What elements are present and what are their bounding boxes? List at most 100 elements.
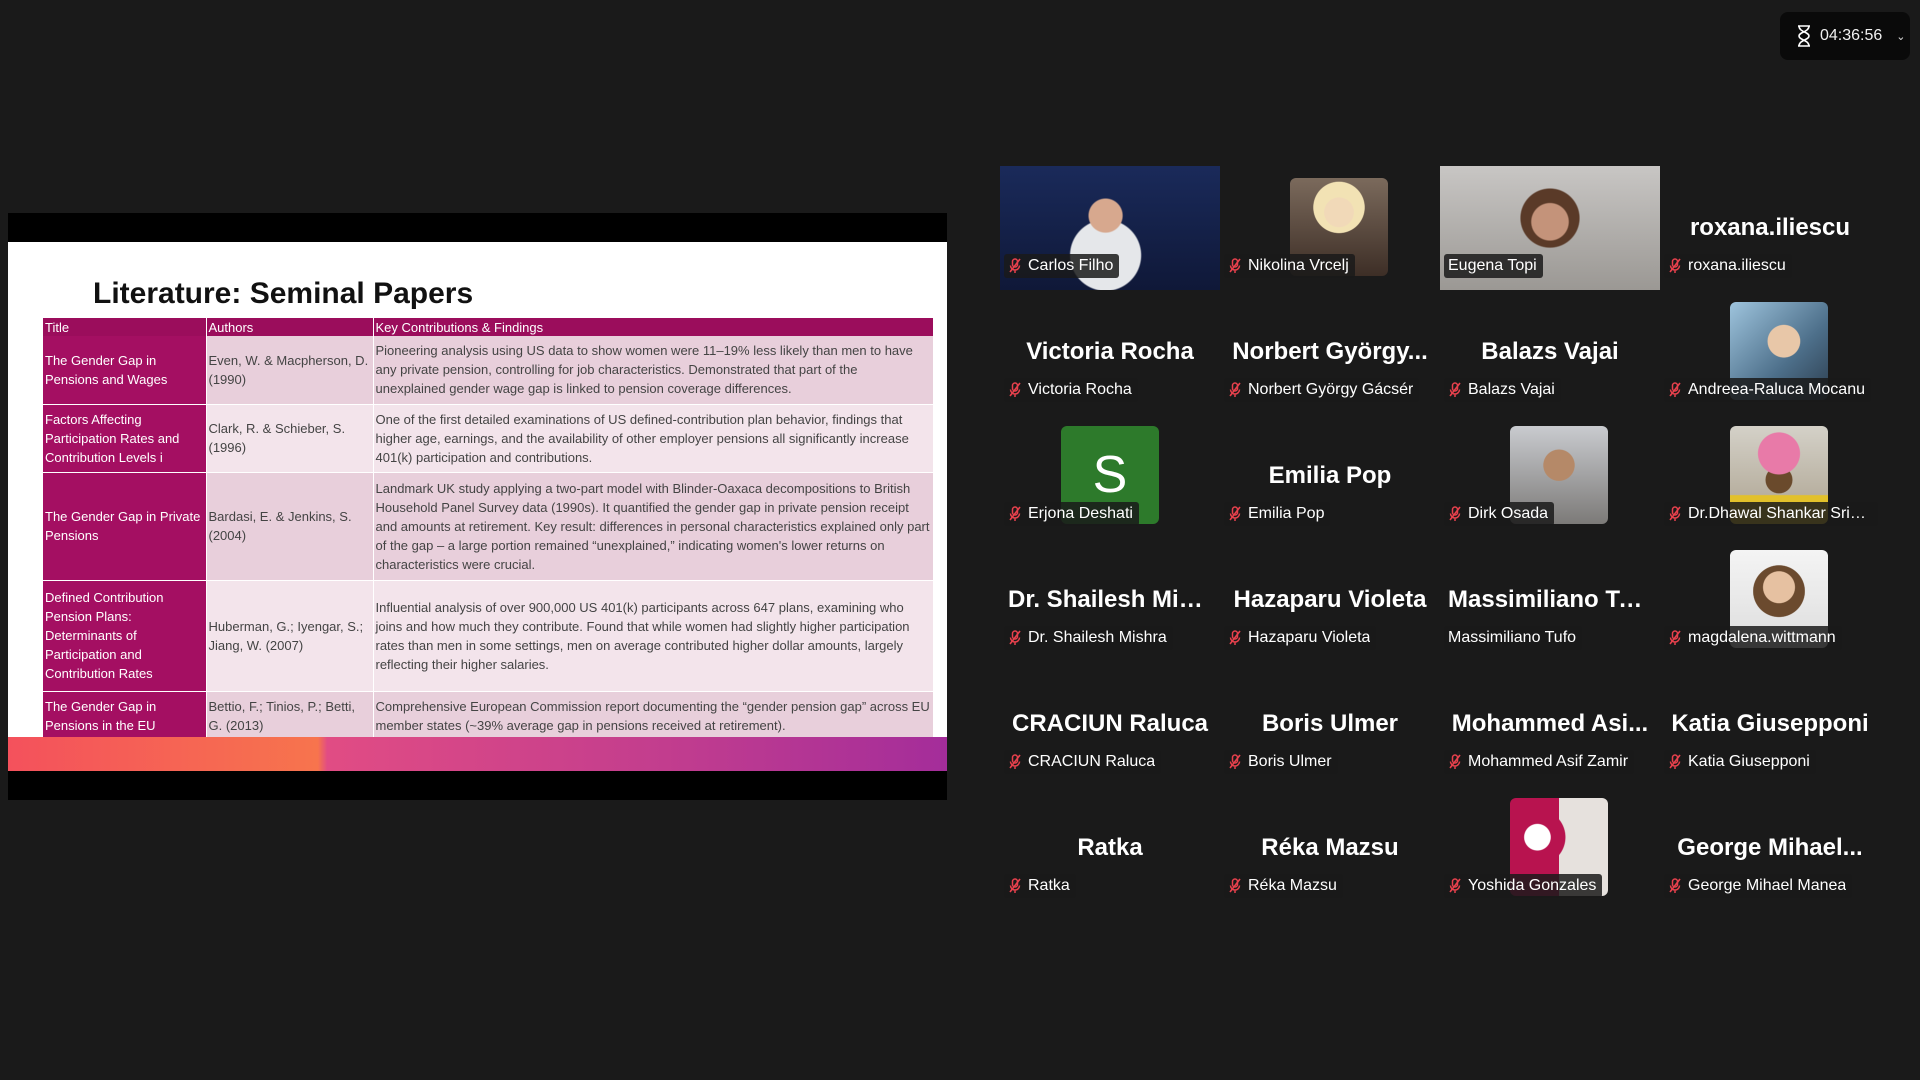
participant-display-name: roxana.iliescu (1689, 214, 1851, 241)
mic-muted-icon (1669, 878, 1681, 893)
participant-tile[interactable]: Norbert György... Norbert György Gácsér (1220, 290, 1440, 414)
participant-name-label: Mohammed Asif Zamir (1444, 750, 1635, 774)
mic-muted-icon (1009, 754, 1021, 769)
participant-tile[interactable]: Mohammed Asi... Mohammed Asif Zamir (1440, 662, 1660, 786)
participant-name: Victoria Rocha (1028, 381, 1132, 398)
participant-tile[interactable]: Nikolina Vrcelj (1220, 166, 1440, 290)
paper-findings: Influential analysis of over 900,000 US … (373, 580, 934, 692)
participant-name-label: Boris Ulmer (1224, 750, 1338, 774)
paper-title: Defined Contribution Pension Plans: Dete… (43, 580, 207, 692)
participant-tile[interactable]: Andreea-Raluca Mocanu (1660, 290, 1880, 414)
participant-tile[interactable]: Balazs Vajai Balazs Vajai (1440, 290, 1660, 414)
participant-display-name: Dr. Shailesh Mis... (1008, 586, 1213, 613)
participant-name: CRACIUN Raluca (1028, 753, 1156, 770)
participant-name: Emilia Pop (1248, 505, 1325, 522)
participant-name-label: Victoria Rocha (1004, 378, 1138, 402)
participant-name-label: Norbert György Gácsér (1224, 378, 1420, 402)
table-header-row: Title Authors Key Contributions & Findin… (43, 318, 934, 336)
mic-muted-icon (1669, 382, 1681, 397)
mic-muted-icon (1669, 754, 1681, 769)
participant-name-label: Andreea-Raluca Mocanu (1664, 378, 1871, 402)
mic-muted-icon (1009, 506, 1021, 521)
participant-name-label: Réka Mazsu (1224, 874, 1343, 898)
column-header-authors: Authors (206, 318, 374, 336)
participant-display-name: Balazs Vajai (1481, 338, 1619, 365)
participant-display-name: Victoria Rocha (1026, 338, 1194, 365)
mic-muted-icon (1449, 382, 1461, 397)
participant-name: Dirk Osada (1468, 505, 1549, 522)
mic-muted-icon (1229, 754, 1241, 769)
participant-name-label: Balazs Vajai (1444, 378, 1561, 402)
column-header-findings: Key Contributions & Findings (373, 318, 934, 336)
participant-name-label: Yoshida Gonzales (1444, 874, 1603, 898)
participant-name: roxana.iliescu (1688, 257, 1786, 274)
paper-findings: Comprehensive European Commission report… (373, 691, 934, 741)
participant-name: Balazs Vajai (1468, 381, 1555, 398)
participant-tile[interactable]: Katia Giusepponi Katia Giusepponi (1660, 662, 1880, 786)
mic-muted-icon (1449, 878, 1461, 893)
participant-tile[interactable]: Massimiliano Tu... Massimiliano Tufo (1440, 538, 1660, 662)
table-row: Defined Contribution Pension Plans: Dete… (43, 580, 934, 692)
participant-name: magdalena.wittmann (1688, 629, 1836, 646)
participant-name-label: Nikolina Vrcelj (1224, 254, 1355, 278)
participant-tile[interactable]: Boris Ulmer Boris Ulmer (1220, 662, 1440, 786)
mic-muted-icon (1229, 382, 1241, 397)
table-row: The Gender Gap in Pensions in the EU Bet… (43, 691, 934, 741)
meeting-timer[interactable]: 04:36:56 ⌄ (1780, 12, 1910, 60)
participant-tile[interactable]: Ratka Ratka (1000, 786, 1220, 910)
table-row: The Gender Gap in Private Pensions Barda… (43, 472, 934, 581)
participant-display-name: Ratka (1077, 834, 1143, 861)
mic-muted-icon (1009, 258, 1021, 273)
participant-name: Erjona Deshati (1028, 505, 1133, 522)
paper-authors: Huberman, G.; Iyengar, S.; Jiang, W. (20… (206, 580, 374, 692)
participant-tile[interactable]: Dr. Shailesh Mis... Dr. Shailesh Mishra (1000, 538, 1220, 662)
participant-tile[interactable]: CRACIUN Raluca CRACIUN Raluca (1000, 662, 1220, 786)
participant-display-name: Katia Giusepponi (1671, 710, 1869, 737)
mic-muted-icon (1449, 754, 1461, 769)
participant-name: Dr.Dhawal Shankar Srivas... (1688, 505, 1872, 522)
participant-name-label: Dr. Shailesh Mishra (1004, 626, 1173, 650)
participant-tile[interactable]: Réka Mazsu Réka Mazsu (1220, 786, 1440, 910)
participant-tile[interactable]: magdalena.wittmann (1660, 538, 1880, 662)
mic-muted-icon (1449, 506, 1461, 521)
participant-name: Réka Mazsu (1248, 877, 1337, 894)
participant-name: Carlos Filho (1028, 257, 1114, 274)
participant-display-name: George Mihael... (1677, 834, 1863, 861)
mic-muted-icon (1229, 630, 1241, 645)
participant-tile[interactable]: Carlos Filho (1000, 166, 1220, 290)
participant-name: George Mihael Manea (1688, 877, 1847, 894)
mic-muted-icon (1009, 382, 1021, 397)
participant-name: Hazaparu Violeta (1248, 629, 1371, 646)
mic-muted-icon (1669, 506, 1681, 521)
participant-name-label: Ratka (1004, 874, 1076, 898)
table-row: The Gender Gap in Pensions and Wages Eve… (43, 336, 934, 405)
participant-display-name: Mohammed Asi... (1451, 710, 1649, 737)
participant-tile[interactable]: Dirk Osada (1440, 414, 1660, 538)
participant-tile[interactable]: Emilia Pop Emilia Pop (1220, 414, 1440, 538)
participant-display-name: Norbert György... (1232, 338, 1428, 365)
presentation-slide: Literature: Seminal Papers Title Authors… (8, 242, 947, 771)
table-row: Factors Affecting Participation Rates an… (43, 404, 934, 473)
participant-name-label: Hazaparu Violeta (1224, 626, 1377, 650)
participant-name-label: Erjona Deshati (1004, 502, 1139, 526)
literature-table: Title Authors Key Contributions & Findin… (43, 318, 934, 741)
paper-findings: Landmark UK study applying a two-part mo… (373, 472, 934, 581)
participant-name-label: Massimiliano Tufo (1444, 626, 1583, 650)
participant-name: Andreea-Raluca Mocanu (1688, 381, 1865, 398)
participant-name: Ratka (1028, 877, 1070, 894)
paper-authors: Even, W. & Macpherson, D. (1990) (206, 336, 374, 405)
chevron-down-icon[interactable]: ⌄ (1896, 30, 1905, 43)
participant-tile[interactable]: Yoshida Gonzales (1440, 786, 1660, 910)
participant-tile[interactable]: S Erjona Deshati (1000, 414, 1220, 538)
participant-tile[interactable]: Eugena Topi (1440, 166, 1660, 290)
participant-tile[interactable]: George Mihael... George Mihael Manea (1660, 786, 1880, 910)
participant-tile[interactable]: roxana.iliescu roxana.iliescu (1660, 166, 1880, 290)
participant-tile[interactable]: Victoria Rocha Victoria Rocha (1000, 290, 1220, 414)
participant-tile[interactable]: Hazaparu Violeta Hazaparu Violeta (1220, 538, 1440, 662)
participant-name: Dr. Shailesh Mishra (1028, 629, 1167, 646)
participant-tile[interactable]: Dr.Dhawal Shankar Srivas... (1660, 414, 1880, 538)
participant-display-name: Massimiliano Tu... (1448, 586, 1653, 613)
participant-name: Yoshida Gonzales (1468, 877, 1597, 894)
slide-title: Literature: Seminal Papers (93, 277, 474, 310)
shared-screen: Literature: Seminal Papers Title Authors… (8, 213, 947, 800)
